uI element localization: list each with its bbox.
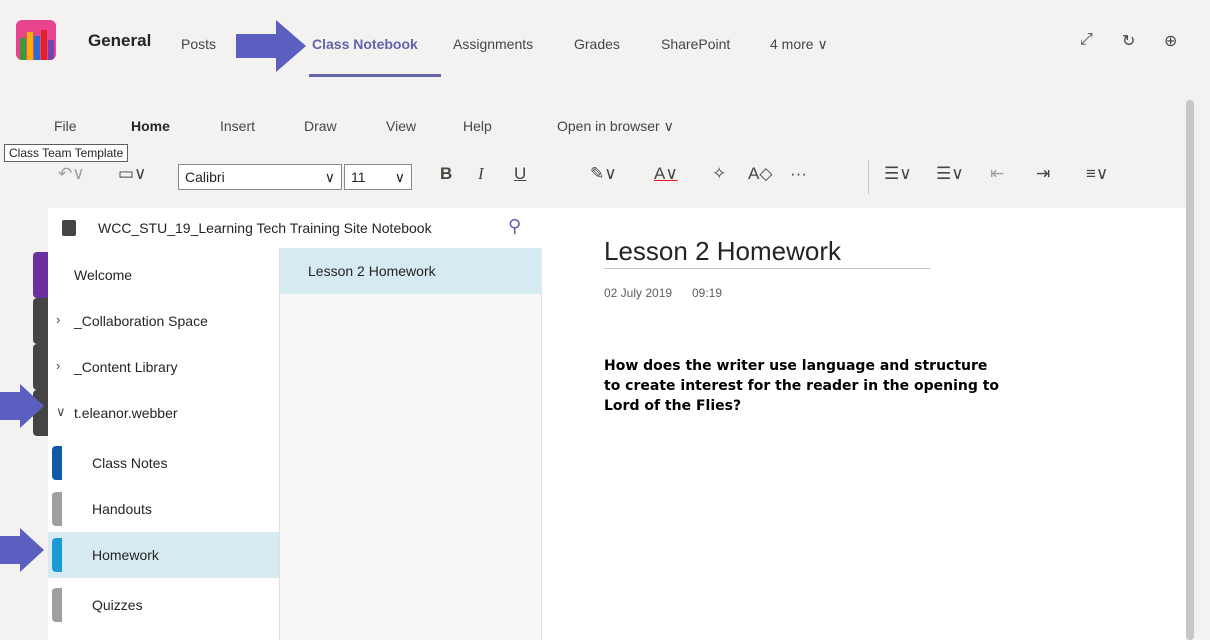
annotation-arrow-icon: [236, 20, 306, 72]
tab-class-notebook[interactable]: Class Notebook: [312, 36, 418, 52]
toolbar-divider: [868, 160, 869, 194]
refresh-icon[interactable]: ↻: [1122, 31, 1135, 51]
clear-format-icon[interactable]: A◇: [748, 164, 772, 184]
page-date: 02 July 2019: [604, 286, 673, 300]
expand-icon[interactable]: ⤢: [1080, 31, 1093, 49]
group-tab-collaboration[interactable]: [33, 298, 49, 344]
formatting-toolbar: ↶∨ ▭∨ Calibri ∨ 11 ∨ B I U ✎∨ A∨ ✧ A◇ ··…: [0, 156, 1186, 196]
menu-file[interactable]: File: [54, 118, 77, 134]
format-painter-icon[interactable]: ✧: [712, 164, 726, 184]
section-color-tab: [52, 588, 62, 622]
search-icon[interactable]: ⚲: [508, 216, 521, 237]
tab-sharepoint[interactable]: SharePoint: [661, 36, 730, 52]
team-name: General: [88, 31, 152, 50]
bold-icon[interactable]: B: [440, 164, 452, 184]
section-class-notes[interactable]: Class Notes: [48, 440, 279, 486]
font-color-icon[interactable]: A∨: [654, 164, 678, 184]
section-label: Quizzes: [92, 597, 143, 613]
annotation-arrow-icon: [0, 384, 44, 428]
chevron-down-icon: ∨: [394, 169, 405, 185]
underline-icon[interactable]: U: [514, 164, 526, 184]
menu-open-in-browser[interactable]: Open in browser ∨: [557, 118, 674, 135]
align-icon[interactable]: ≡∨: [1086, 164, 1108, 184]
page-scrollbar[interactable]: [1186, 100, 1194, 640]
section-quizzes[interactable]: Quizzes: [48, 582, 279, 628]
italic-icon[interactable]: I: [478, 164, 484, 184]
section-homework[interactable]: Homework: [48, 532, 279, 578]
section-collaboration-space[interactable]: › _Collaboration Space: [48, 298, 279, 344]
globe-icon[interactable]: ⊕: [1164, 31, 1177, 51]
chevron-down-icon: ∨: [56, 404, 66, 419]
more-options-icon[interactable]: ···: [790, 164, 807, 184]
chevron-right-icon: ›: [56, 358, 61, 373]
page-item-lesson-2-homework[interactable]: Lesson 2 Homework: [280, 248, 542, 294]
section-label: _Collaboration Space: [74, 313, 208, 329]
page-time: 09:19: [692, 286, 723, 300]
annotation-arrow-icon: [0, 528, 44, 572]
tooltip: Class Team Template: [4, 144, 129, 162]
section-handouts[interactable]: Handouts: [48, 486, 279, 532]
tab-posts[interactable]: Posts: [181, 36, 216, 52]
section-label: t.eleanor.webber: [74, 405, 178, 421]
font-size-value: 11: [351, 169, 366, 185]
page-canvas[interactable]: [542, 208, 1186, 640]
section-list: Welcome › _Collaboration Space › _Conten…: [48, 248, 279, 640]
section-label: Handouts: [92, 501, 152, 517]
tab-more[interactable]: 4 more ∨: [770, 36, 828, 53]
highlighter-icon[interactable]: ✎∨: [590, 164, 617, 184]
menu-draw[interactable]: Draw: [304, 118, 337, 134]
page-title[interactable]: Lesson 2 Homework: [604, 236, 841, 267]
title-underline: [604, 268, 930, 269]
font-name-select[interactable]: Calibri ∨: [178, 164, 342, 190]
section-color-tab: [52, 538, 62, 572]
team-logo[interactable]: [16, 20, 56, 60]
section-welcome[interactable]: Welcome: [48, 252, 279, 298]
indent-icon[interactable]: ⇥: [1036, 164, 1050, 184]
tab-grades[interactable]: Grades: [574, 36, 620, 52]
clipboard-icon[interactable]: ▭∨: [118, 164, 147, 184]
section-label: Homework: [92, 547, 159, 563]
section-content-library[interactable]: › _Content Library: [48, 344, 279, 390]
menu-insert[interactable]: Insert: [220, 118, 255, 134]
outdent-icon[interactable]: ⇤: [990, 164, 1004, 184]
notebook-title: WCC_STU_19_Learning Tech Training Site N…: [98, 220, 432, 236]
chevron-down-icon: ∨: [324, 169, 335, 185]
active-tab-indicator: [309, 74, 441, 77]
menu-view[interactable]: View: [386, 118, 416, 134]
group-tab-welcome[interactable]: [33, 252, 49, 298]
tab-assignments[interactable]: Assignments: [453, 36, 533, 52]
section-label: _Content Library: [74, 359, 178, 375]
menu-help[interactable]: Help: [463, 118, 492, 134]
section-color-tab: [52, 446, 62, 480]
section-group-student[interactable]: ∨ t.eleanor.webber: [48, 390, 279, 436]
numbered-list-icon[interactable]: ☰∨: [936, 164, 964, 184]
font-name-value: Calibri: [185, 169, 225, 185]
section-color-tab: [52, 492, 62, 526]
page-body-text[interactable]: How does the writer use language and str…: [604, 356, 1004, 416]
menu-home[interactable]: Home: [131, 118, 170, 134]
teams-header: General Posts Class Notebook Assignments…: [0, 0, 1210, 80]
section-label: Welcome: [74, 267, 133, 283]
bullet-list-icon[interactable]: ☰∨: [884, 164, 912, 184]
page-list: Lesson 2 Homework: [279, 248, 542, 640]
font-size-select[interactable]: 11 ∨: [344, 164, 412, 190]
notebook-icon: [62, 220, 76, 236]
section-label: Class Notes: [92, 455, 168, 471]
notebook-title-bar[interactable]: WCC_STU_19_Learning Tech Training Site N…: [48, 208, 542, 248]
undo-icon[interactable]: ↶∨: [58, 164, 85, 184]
chevron-right-icon: ›: [56, 312, 61, 327]
